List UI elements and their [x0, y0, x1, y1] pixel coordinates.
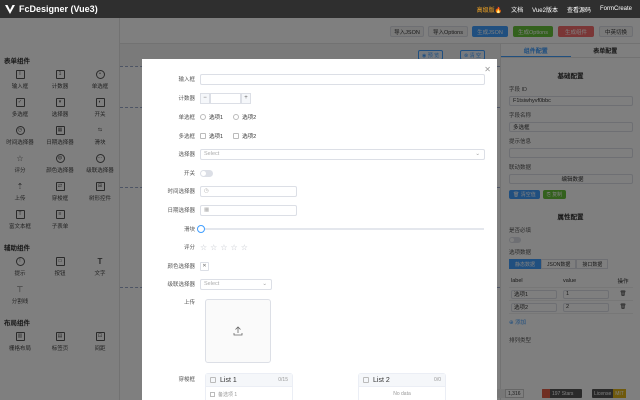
- stepper-plus-button[interactable]: +: [241, 92, 251, 104]
- transfer-list-target: List 2 0/0 No data: [358, 373, 446, 400]
- transfer-header: List 2 0/0: [359, 374, 445, 387]
- select-placeholder: Select: [204, 151, 220, 157]
- nav-pro[interactable]: 高级版🔥: [477, 5, 502, 14]
- checkbox-box: [200, 133, 206, 139]
- checkbox-option-2[interactable]: 选项2: [233, 132, 256, 140]
- nav-formcreate[interactable]: FormCreate: [600, 6, 632, 12]
- radio-option-2[interactable]: 选项2: [233, 113, 256, 121]
- text-input[interactable]: [200, 73, 485, 85]
- form-row-slider: 滑块: [142, 223, 497, 235]
- field-label: 时间选择器: [167, 189, 195, 195]
- slider-handle[interactable]: [197, 225, 205, 233]
- field-label: 上传: [183, 300, 195, 306]
- stepper-minus-button[interactable]: −: [200, 92, 210, 104]
- field-label: 计数器: [178, 96, 195, 102]
- checkbox-label: 选项1: [209, 134, 224, 140]
- checkbox-label: 选项2: [242, 134, 257, 140]
- time-picker[interactable]: ◷: [200, 185, 297, 197]
- form-row-counter: 计数器 − +: [142, 92, 497, 104]
- chevron-down-icon: ⌄: [262, 281, 267, 287]
- form-row-select: 选择器 Select ⌄: [142, 148, 497, 160]
- field-label: 单选框: [178, 115, 195, 121]
- app-title: FcDesigner (Vue3): [19, 4, 98, 14]
- transfer-header: List 1 0/15: [206, 374, 292, 387]
- form-row-time: 时间选择器 ◷: [142, 185, 497, 197]
- transfer-title: List 2: [373, 376, 390, 384]
- nav-docs[interactable]: 文档: [511, 5, 523, 14]
- form-row-cascader: 级联选择器 Select ⌄: [142, 278, 497, 290]
- field-label: 输入框: [178, 77, 195, 83]
- field-label: 滑块: [183, 227, 195, 233]
- nav-source[interactable]: 查看源码: [567, 5, 591, 14]
- preview-modal: ✕ 输入框 计数器 − + 单选框 选项1 选项2 多选框 选项1 选项2 选择…: [142, 59, 497, 400]
- logo[interactable]: FcDesigner (Vue3): [5, 4, 98, 14]
- form-row-checkbox: 多选框 选项1 选项2: [142, 130, 497, 142]
- form-row-color: 颜色选择器 ✕: [142, 260, 497, 272]
- cascader-placeholder: Select: [204, 281, 220, 287]
- star-icon[interactable]: ☆: [220, 243, 227, 252]
- transfer-list-source: List 1 0/15 备选项 1: [205, 373, 293, 400]
- transfer-checkall[interactable]: [363, 377, 369, 383]
- field-label: 日期选择器: [167, 208, 195, 214]
- top-bar: FcDesigner (Vue3) 高级版🔥 文档 Vue2版本 查看源码 Fo…: [0, 0, 640, 18]
- transfer-item[interactable]: 备选项 1: [206, 387, 292, 400]
- radio-option-1[interactable]: 选项1: [200, 113, 223, 121]
- radio-label: 选项2: [242, 115, 257, 121]
- upload-icon: [233, 326, 243, 336]
- form-row-radio: 单选框 选项1 选项2: [142, 111, 497, 123]
- rate-stars: ☆ ☆ ☆ ☆ ☆: [200, 243, 248, 252]
- field-label: 穿梭框: [178, 377, 195, 383]
- counter-stepper: − +: [200, 92, 251, 104]
- radio-circle: [233, 114, 240, 120]
- transfer-checkall[interactable]: [210, 377, 216, 383]
- checkbox-option-1[interactable]: 选项1: [200, 132, 223, 140]
- form-row-input: 输入框: [142, 73, 497, 85]
- calendar-icon: ▦: [204, 207, 210, 213]
- date-picker[interactable]: ▦: [200, 204, 297, 216]
- radio-circle: [200, 114, 206, 120]
- stepper-input[interactable]: [210, 92, 241, 104]
- field-label: 颜色选择器: [167, 264, 195, 270]
- field-label: 评分: [183, 245, 195, 251]
- slider-track[interactable]: [197, 225, 484, 233]
- form-row-date: 日期选择器 ▦: [142, 204, 497, 216]
- transfer-item-label: 备选项 1: [218, 392, 238, 398]
- transfer-title: List 1: [220, 376, 237, 384]
- transfer-item-checkbox: [210, 392, 215, 397]
- star-icon[interactable]: ☆: [200, 243, 207, 252]
- checkbox-box: [233, 133, 240, 139]
- field-label: 级联选择器: [167, 282, 195, 288]
- transfer-count: 0/0: [434, 377, 441, 383]
- star-icon[interactable]: ☆: [210, 243, 217, 252]
- field-label: 开关: [183, 171, 195, 177]
- clock-icon: ◷: [204, 188, 209, 194]
- top-nav: 高级版🔥 文档 Vue2版本 查看源码 FormCreate: [477, 0, 632, 18]
- transfer-empty: No data: [393, 391, 411, 397]
- logo-icon: [5, 5, 15, 14]
- select-input[interactable]: Select ⌄: [200, 148, 485, 160]
- star-icon[interactable]: ☆: [241, 243, 248, 252]
- upload-area[interactable]: [205, 299, 271, 363]
- form-row-switch: 开关: [142, 167, 497, 179]
- transfer-count: 0/15: [278, 377, 288, 383]
- nav-vue2[interactable]: Vue2版本: [532, 5, 558, 14]
- cascader-input[interactable]: Select ⌄: [200, 278, 272, 290]
- color-picker[interactable]: ✕: [200, 261, 209, 271]
- switch-toggle[interactable]: [200, 169, 213, 177]
- form-row-rate: 评分 ☆ ☆ ☆ ☆ ☆: [142, 241, 497, 253]
- form-row-upload: 上传: [142, 298, 497, 310]
- star-icon[interactable]: ☆: [231, 243, 238, 252]
- radio-label: 选项1: [209, 115, 224, 121]
- field-label: 多选框: [178, 134, 195, 140]
- field-label: 选择器: [178, 152, 195, 158]
- chevron-down-icon: ⌄: [475, 151, 480, 157]
